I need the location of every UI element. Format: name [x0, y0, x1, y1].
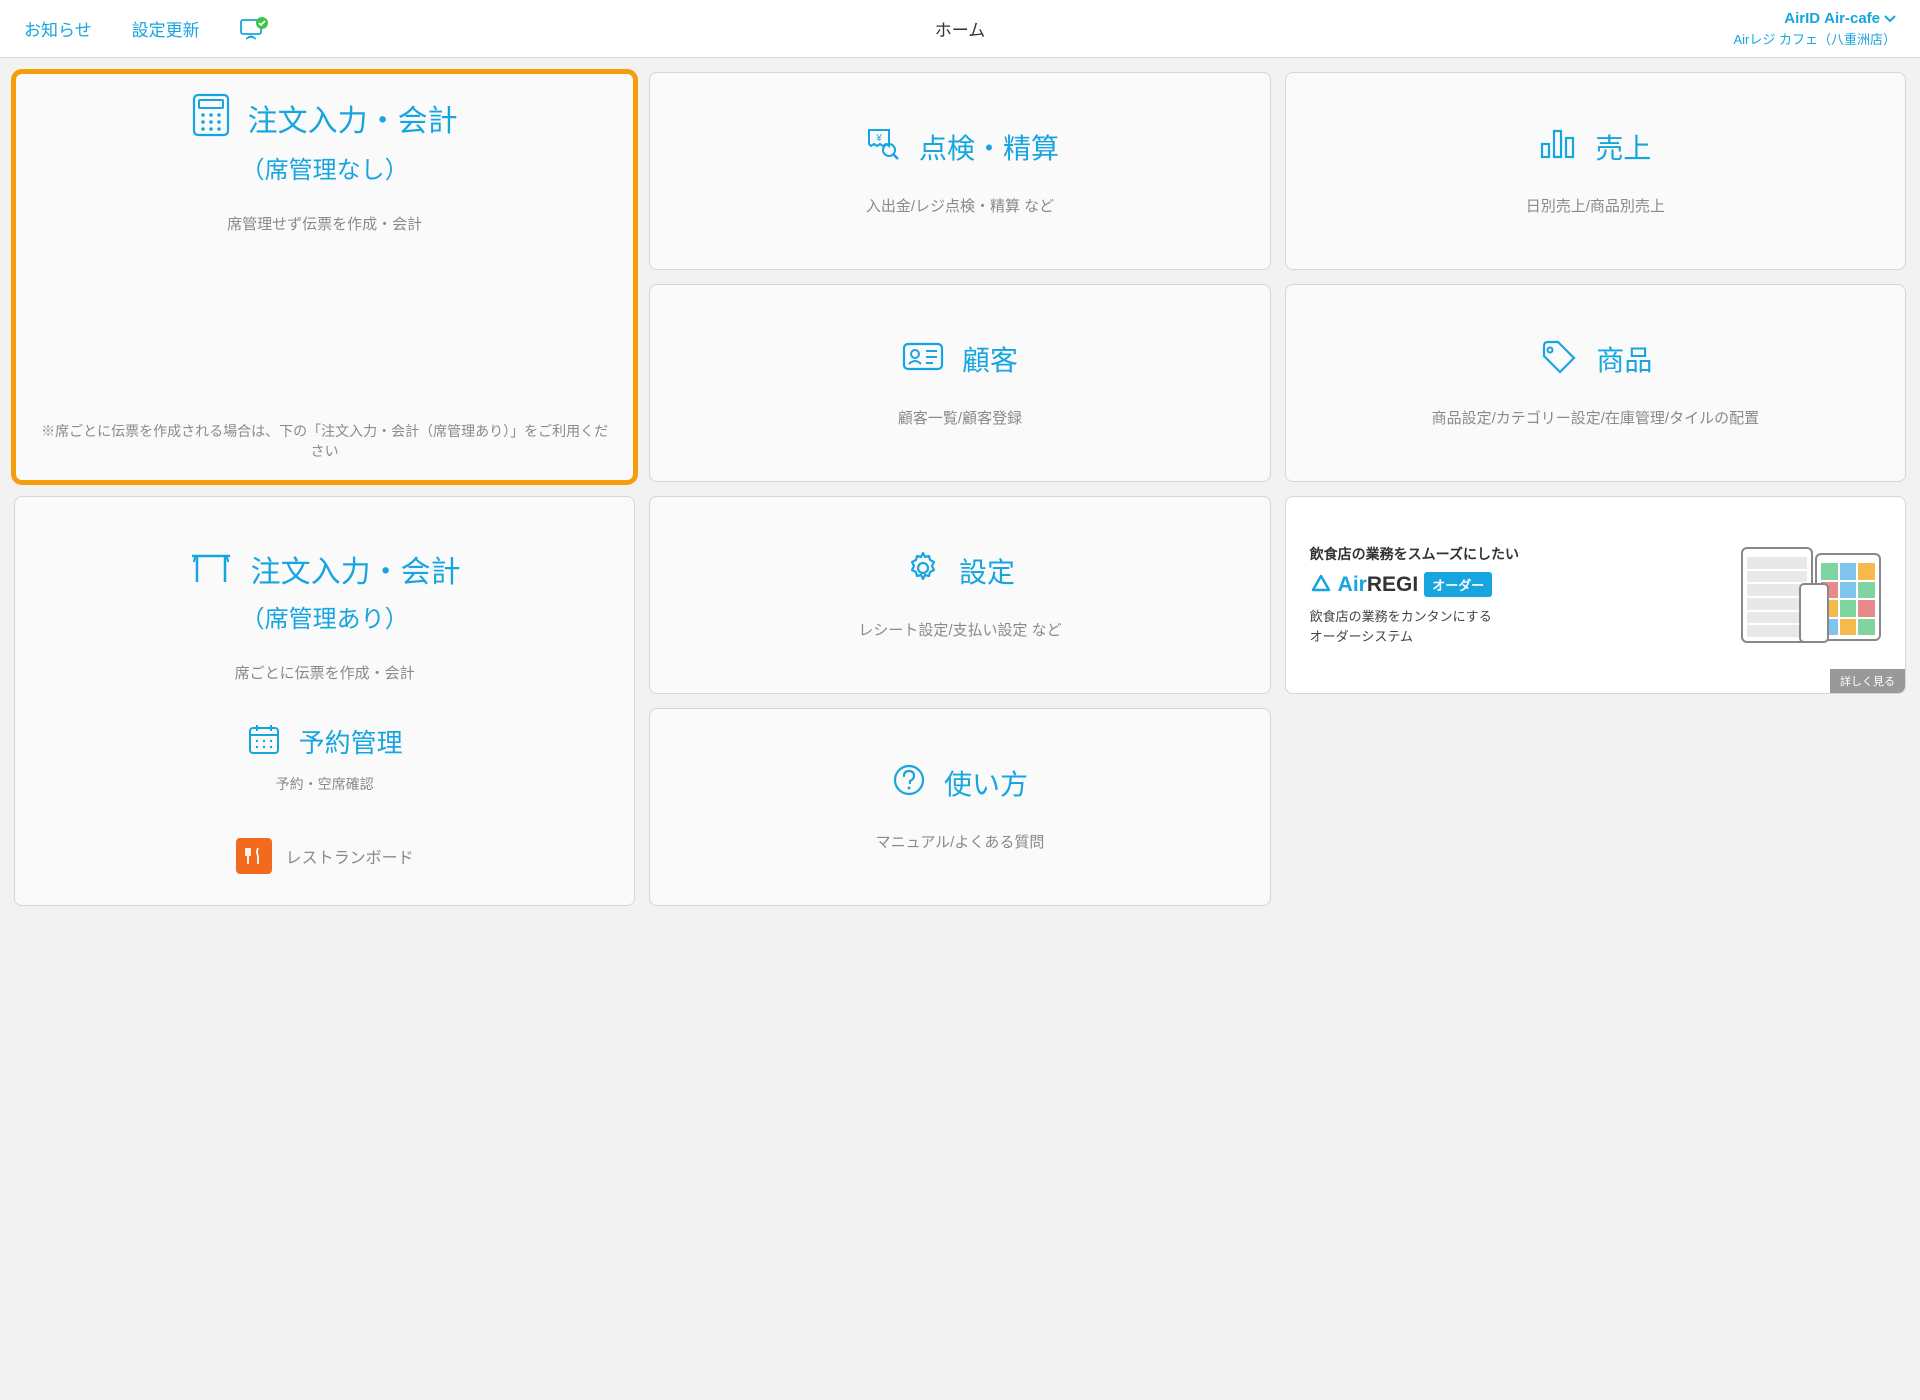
card-desc: 日別売上/商品別売上 — [1526, 195, 1665, 216]
restaurant-board-icon — [236, 838, 272, 874]
card-title-row: ¥ 点検・精算 — [861, 126, 1059, 167]
card-check-settlement[interactable]: ¥ 点検・精算 入出金/レジ点検・精算 など — [649, 72, 1270, 270]
card-title: 売上 — [1595, 127, 1651, 167]
calendar-icon — [247, 723, 281, 760]
id-card-icon — [902, 340, 944, 377]
promo-logo-text: AirREGI — [1338, 573, 1419, 597]
promo-detail-link[interactable]: 詳しく見る — [1830, 669, 1905, 693]
card-title: 使い方 — [944, 763, 1028, 803]
chevron-down-icon — [1884, 10, 1896, 27]
notice-link[interactable]: お知らせ — [24, 16, 92, 41]
card-desc: 席ごとに伝票を作成・会計 — [235, 662, 415, 683]
table-icon — [189, 550, 233, 589]
account-dropdown[interactable]: AirID Air-cafe — [1733, 10, 1896, 27]
restaurant-board-label: レストランボード — [286, 844, 414, 868]
card-desc: レシート設定/支払い設定 など — [858, 619, 1061, 640]
tag-icon — [1538, 338, 1578, 379]
card-title-row: 売上 — [1539, 127, 1651, 167]
settings-update-link[interactable]: 設定更新 — [132, 16, 200, 41]
card-title-row: 予約管理 — [247, 723, 403, 760]
bar-chart-icon — [1539, 128, 1577, 165]
account-name-text: Air-cafe — [1824, 10, 1880, 27]
card-title-row: 顧客 — [902, 339, 1018, 379]
restaurant-board-link[interactable]: レストランボード — [236, 838, 414, 874]
promo-desc-1: 飲食店の業務をカンタンにする — [1310, 607, 1725, 627]
card-order-no-seat[interactable]: 注文入力・会計 （席管理なし） 席管理せず伝票を作成・会計 ※席ごとに伝票を作成… — [14, 72, 635, 482]
promo-devices-image — [1741, 545, 1881, 645]
card-sales[interactable]: 売上 日別売上/商品別売上 — [1285, 72, 1906, 270]
reservation-block: 予約管理 予約・空席確認 — [247, 723, 403, 794]
card-title: 設定 — [959, 551, 1015, 591]
card-subtitle: （席管理あり） — [241, 599, 409, 634]
card-note: ※席ごとに伝票を作成される場合は、下の「注文入力・会計（席管理あり）」をご利用く… — [35, 361, 614, 461]
promo-text: 飲食店の業務をスムーズにしたい AirREGI オーダー 飲食店の業務をカンタン… — [1310, 544, 1725, 646]
card-title-row: 商品 — [1538, 338, 1652, 379]
card-product[interactable]: 商品 商品設定/カテゴリー設定/在庫管理/タイルの配置 — [1285, 284, 1906, 482]
promo-heading: 飲食店の業務をスムーズにしたい — [1310, 544, 1725, 564]
page-title: ホーム — [935, 16, 986, 41]
card-customer[interactable]: 顧客 顧客一覧/顧客登録 — [649, 284, 1270, 482]
card-order-with-seat[interactable]: 注文入力・会計 （席管理あり） 席ごとに伝票を作成・会計 予約管理 予約・空席確… — [14, 496, 635, 906]
header-left: お知らせ 設定更新 — [24, 16, 270, 41]
card-title: 商品 — [1596, 339, 1652, 379]
calculator-icon — [192, 93, 230, 142]
question-icon — [892, 763, 926, 802]
reservation-title: 予約管理 — [299, 723, 403, 760]
card-desc: 席管理せず伝票を作成・会計 — [227, 213, 422, 234]
card-desc: 入出金/レジ点検・精算 など — [866, 195, 1054, 216]
gear-icon — [905, 550, 941, 591]
card-title-row: 設定 — [905, 550, 1015, 591]
card-title-row: 注文入力・会計 — [192, 93, 458, 142]
promo-logo: AirREGI オーダー — [1310, 572, 1725, 597]
promo-badge: オーダー — [1424, 572, 1492, 597]
card-howto[interactable]: 使い方 マニュアル/よくある質問 — [649, 708, 1270, 906]
card-desc: 顧客一覧/顧客登録 — [898, 407, 1022, 428]
header-right: AirID Air-cafe Airレジ カフェ（八重洲店） — [1733, 10, 1896, 48]
airregi-logo-icon — [1310, 574, 1332, 596]
receipt-search-icon: ¥ — [861, 126, 901, 167]
card-title: 顧客 — [962, 339, 1018, 379]
home-grid: 注文入力・会計 （席管理なし） 席管理せず伝票を作成・会計 ※席ごとに伝票を作成… — [0, 58, 1920, 920]
card-desc: 商品設定/カテゴリー設定/在庫管理/タイルの配置 — [1432, 407, 1760, 428]
svg-text:¥: ¥ — [875, 133, 882, 144]
account-id-label: AirID — [1784, 10, 1820, 27]
card-title-row: 注文入力・会計 — [189, 547, 461, 591]
header: お知らせ 設定更新 ホーム AirID Air-cafe Airレジ カフェ（八… — [0, 0, 1920, 58]
card-title-row: 使い方 — [892, 763, 1028, 803]
card-title: 点検・精算 — [919, 127, 1059, 167]
card-settings[interactable]: 設定 レシート設定/支払い設定 など — [649, 496, 1270, 694]
card-title: 注文入力・会計 — [248, 96, 458, 140]
card-desc: マニュアル/よくある質問 — [876, 831, 1045, 852]
connection-status-icon[interactable] — [240, 17, 270, 41]
store-name: Airレジ カフェ（八重洲店） — [1733, 29, 1896, 48]
reservation-desc: 予約・空席確認 — [247, 774, 403, 794]
card-title: 注文入力・会計 — [251, 547, 461, 591]
card-subtitle: （席管理なし） — [241, 150, 409, 185]
promo-card[interactable]: 飲食店の業務をスムーズにしたい AirREGI オーダー 飲食店の業務をカンタン… — [1285, 496, 1906, 694]
promo-desc-2: オーダーシステム — [1310, 627, 1725, 647]
